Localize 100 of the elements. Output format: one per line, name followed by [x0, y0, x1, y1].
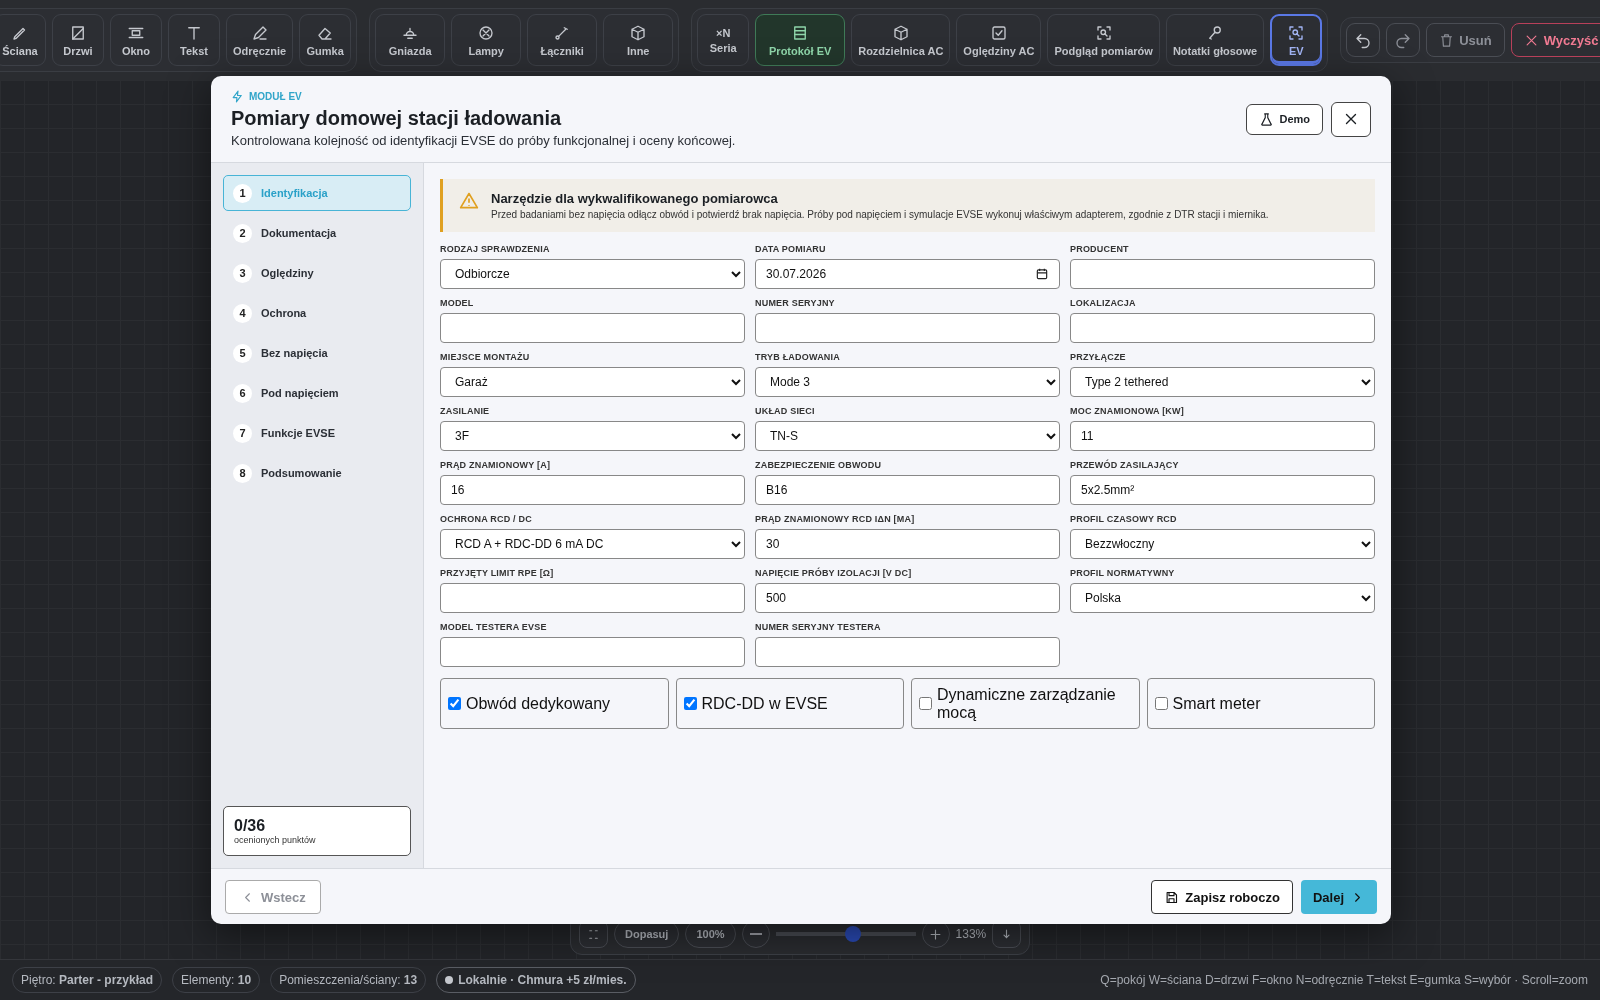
tool-button[interactable]: Podgląd pomiarów — [1047, 14, 1160, 66]
tool-button[interactable]: Tekst — [168, 14, 220, 66]
checkbox[interactable] — [919, 697, 932, 710]
tool-button[interactable]: EV — [1270, 14, 1323, 66]
tool-button[interactable]: Notatki głosowe — [1165, 14, 1265, 66]
step-item[interactable]: 8 Podsumowanie — [223, 455, 411, 491]
text-field[interactable] — [1070, 259, 1375, 289]
module-label: MODUŁ EV — [249, 91, 302, 102]
tool-button[interactable]: Ściana — [0, 14, 46, 66]
field-label: PRZYŁĄCZE — [1070, 352, 1127, 362]
tool-button[interactable]: Lampy — [451, 14, 522, 66]
dropdown-field[interactable]: Type 2 tethered — [1070, 367, 1375, 397]
tool-button[interactable]: Łączniki — [527, 14, 598, 66]
close-button[interactable] — [1331, 101, 1371, 137]
dropdown-field[interactable]: TN-S — [755, 421, 1060, 451]
step-number: 7 — [233, 423, 252, 443]
field-label: ZABEZPIECZENIE OBWODU — [755, 460, 883, 470]
text-field[interactable]: 11 — [1070, 421, 1375, 451]
tool-label: Drzwi — [63, 44, 93, 57]
field-label: PRĄD ZNAMIONOWY RCD IΔN [MA] — [755, 514, 916, 524]
tool-button[interactable]: Rozdzielnica AC — [851, 14, 951, 66]
tool-label: Rozdzielnica AC — [858, 44, 944, 57]
text-field[interactable]: B16 — [755, 475, 1060, 505]
field-label: TRYB ŁADOWANIA — [755, 352, 841, 362]
date-field[interactable]: 30.07.2026 — [755, 259, 1060, 289]
dropdown-field[interactable]: Polska — [1070, 583, 1375, 613]
text-field[interactable] — [755, 637, 1060, 667]
step-item[interactable]: 6 Pod napięciem — [223, 375, 411, 411]
checkbox-option[interactable]: Smart meter — [1146, 678, 1375, 729]
tool-button[interactable]: ×N Seria — [697, 14, 750, 66]
checkbox-icon — [989, 23, 1008, 42]
box-icon — [891, 23, 910, 42]
step-number: 8 — [233, 463, 252, 483]
tool-button[interactable]: Gumka — [299, 14, 352, 66]
save-draft-button[interactable]: Zapisz roboczo — [1151, 880, 1293, 914]
clear-button[interactable]: Wyczyść — [1510, 23, 1600, 57]
step-item[interactable]: 3 Oględziny — [223, 255, 411, 291]
progress-caption: ocenionych punktów — [234, 835, 317, 845]
text-field[interactable] — [440, 583, 745, 613]
checkbox[interactable] — [1154, 697, 1168, 710]
multiplier-label: ×N — [716, 26, 731, 39]
text-field[interactable]: 500 — [755, 583, 1060, 613]
calendar-icon[interactable] — [1035, 267, 1049, 281]
checkbox-label: Smart meter — [1172, 694, 1261, 713]
tool-label: Gumka — [306, 44, 344, 57]
demo-button[interactable]: Demo — [1246, 103, 1323, 135]
text-field[interactable] — [440, 313, 745, 343]
tool-button[interactable]: Drzwi — [52, 14, 104, 66]
step-item[interactable]: 2 Dokumentacja — [223, 215, 411, 251]
undo-icon — [1354, 31, 1373, 49]
field-label: ZASILANIE — [440, 406, 491, 416]
tool-button[interactable]: Odręcznie — [226, 14, 294, 66]
dropdown-field[interactable]: Mode 3 — [755, 367, 1060, 397]
text-field[interactable]: 5x2.5mm² — [1070, 475, 1375, 505]
checkbox[interactable] — [683, 697, 697, 710]
tool-label: Inne — [626, 44, 650, 57]
tool-label: Okno — [121, 44, 151, 57]
undo-button[interactable] — [1346, 23, 1381, 57]
dropdown-field[interactable]: RCD A + RDC-DD 6 mA DC — [440, 529, 745, 559]
step-item[interactable]: 1 Identyfikacja — [223, 175, 411, 211]
checkbox-option[interactable]: Obwód dedykowany — [440, 678, 669, 729]
next-button[interactable]: Dalej — [1300, 880, 1377, 914]
step-item[interactable]: 5 Bez napięcia — [223, 335, 411, 371]
field-label: UKŁAD SIECI — [755, 406, 816, 416]
tool-label: EV — [1288, 44, 1304, 57]
text-field[interactable] — [755, 313, 1060, 343]
plus-icon — [928, 926, 944, 942]
dialog-subtitle: Kontrolowana kolejność od identyfikacji EVSE do próby funkcjonalnej i oceny końcowej. — [231, 133, 737, 148]
step-number: 4 — [233, 303, 252, 323]
text-field[interactable]: 16 — [440, 475, 745, 505]
field-label: PROFIL NORMATYWNY — [1070, 568, 1176, 578]
step-number: 5 — [233, 343, 252, 363]
dialog-title: Pomiary domowej stacji ładowania — [231, 107, 563, 130]
tool-button[interactable]: Gniazda — [375, 14, 446, 66]
tool-button[interactable]: Oględziny AC — [956, 14, 1042, 66]
scan-icon — [1094, 23, 1113, 42]
slider-thumb[interactable] — [844, 926, 861, 942]
tool-button[interactable]: Protokół EV — [755, 14, 846, 66]
field-label: PRODUCENT — [1070, 244, 1130, 254]
dropdown-field[interactable]: Garaż — [440, 367, 745, 397]
redo-icon — [1394, 31, 1413, 49]
text-field[interactable]: 30 — [755, 529, 1060, 559]
dropdown-field[interactable]: Odbiorcze — [440, 259, 745, 289]
alert-title: Narzędzie dla wykwalifikowanego pomiarowca — [491, 191, 779, 206]
step-item[interactable]: 4 Ochrona — [223, 295, 411, 331]
field-label: MOC ZNAMIONOWA [KW] — [1070, 406, 1185, 416]
checkbox[interactable] — [448, 697, 461, 710]
tool-label: Oględziny AC — [963, 44, 1035, 57]
checkbox-option[interactable]: RDC-DD w EVSE — [675, 678, 904, 729]
step-item[interactable]: 7 Funkcje EVSE — [223, 415, 411, 451]
text-field[interactable] — [1070, 313, 1375, 343]
field-label: RODZAJ SPRAWDZENIA — [440, 244, 551, 254]
text-field[interactable] — [440, 637, 745, 667]
tool-button[interactable]: Inne — [603, 14, 674, 66]
step-number: 2 — [233, 223, 252, 243]
dropdown-field[interactable]: Bezzwłoczny — [1070, 529, 1375, 559]
checkbox-option[interactable]: Dynamiczne zarządzanie mocą — [911, 678, 1140, 729]
flask-icon — [1259, 111, 1275, 127]
dropdown-field[interactable]: 3F — [440, 421, 745, 451]
tool-button[interactable]: Okno — [110, 14, 162, 66]
